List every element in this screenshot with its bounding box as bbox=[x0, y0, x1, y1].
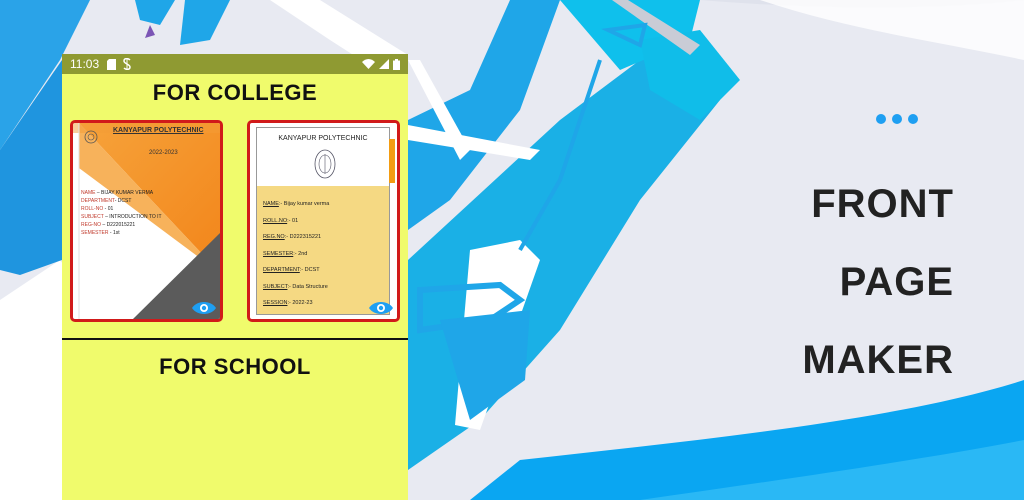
card1-line: SEMESTER - 1st bbox=[81, 230, 120, 236]
wifi-icon bbox=[362, 59, 375, 69]
college-templates: KANYAPUR POLYTECHNIC 2022-2023 NAME – BI… bbox=[62, 120, 408, 322]
status-time: 11:03 bbox=[70, 57, 100, 71]
card1-year: 2022-2023 bbox=[149, 150, 178, 156]
card1-details: NAME – BIJAY KUMAR VERMA DEPARTMENT- DCS… bbox=[81, 189, 162, 237]
sd-card-icon bbox=[107, 58, 117, 70]
card2-line: SEMESTER:- 2nd bbox=[263, 250, 308, 257]
phone-screenshot: 11:03 FOR COLLEGE KANYAPUR POLYTECHNIC 2… bbox=[62, 54, 408, 500]
card1-line: ROLL-NO - 01 bbox=[81, 206, 114, 212]
card1-institution: KANYAPUR POLYTECHNIC bbox=[113, 127, 204, 134]
college-section-title: FOR COLLEGE bbox=[152, 80, 318, 105]
card2-line: SUBJECT:- Data Structure bbox=[263, 283, 328, 290]
card2-details: NAME:- Bijay kumar verma ROLL.NO:- 01 RE… bbox=[263, 196, 329, 312]
eye-icon[interactable] bbox=[368, 300, 394, 316]
card2-line: DEPARTMENT:- DCST bbox=[263, 267, 320, 273]
promo-title-line: FRONT bbox=[811, 182, 954, 226]
card2-line: NAME:- Bijay kumar verma bbox=[263, 201, 330, 207]
card1-line: SUBJECT – INTRODUCTION TO IT bbox=[81, 214, 162, 220]
card2-line: ROLL.NO:- 01 bbox=[263, 217, 299, 224]
section-divider bbox=[62, 338, 408, 340]
promo-title: FRONT PAGE MAKER bbox=[802, 165, 954, 399]
card2-line: REG.NO:- D222315221 bbox=[263, 234, 322, 240]
card1-line: NAME – BIJAY KUMAR VERMA bbox=[81, 190, 154, 196]
card2-frame: KANYAPUR POLYTECHNIC NAME:- Bijay kumar … bbox=[256, 127, 390, 315]
card2-scrollbar bbox=[389, 139, 395, 183]
card2-institution: KANYAPUR POLYTECHNIC bbox=[278, 135, 368, 142]
card1-line: REG-NO – D222015221 bbox=[81, 222, 136, 228]
promo-title-line: PAGE bbox=[839, 260, 954, 304]
more-dots-icon bbox=[876, 114, 918, 124]
signal-icon bbox=[379, 59, 389, 69]
card2-details-panel: NAME:- Bijay kumar verma ROLL.NO:- 01 RE… bbox=[257, 186, 389, 314]
college-template-card-2[interactable]: KANYAPUR POLYTECHNIC NAME:- Bijay kumar … bbox=[247, 120, 400, 322]
card2-line: SESSION:- 2022-23 bbox=[263, 300, 313, 306]
eye-icon[interactable] bbox=[191, 300, 217, 316]
status-bar: 11:03 bbox=[62, 54, 408, 74]
s-icon bbox=[123, 58, 131, 70]
college-template-card-1[interactable]: KANYAPUR POLYTECHNIC 2022-2023 NAME – BI… bbox=[70, 120, 223, 322]
promo-title-line: MAKER bbox=[802, 338, 954, 382]
school-section-title: FOR SCHOOL bbox=[159, 354, 311, 379]
card1-line: DEPARTMENT- DCST bbox=[81, 198, 132, 204]
college-emblem-icon bbox=[314, 149, 336, 179]
battery-icon bbox=[393, 58, 400, 70]
